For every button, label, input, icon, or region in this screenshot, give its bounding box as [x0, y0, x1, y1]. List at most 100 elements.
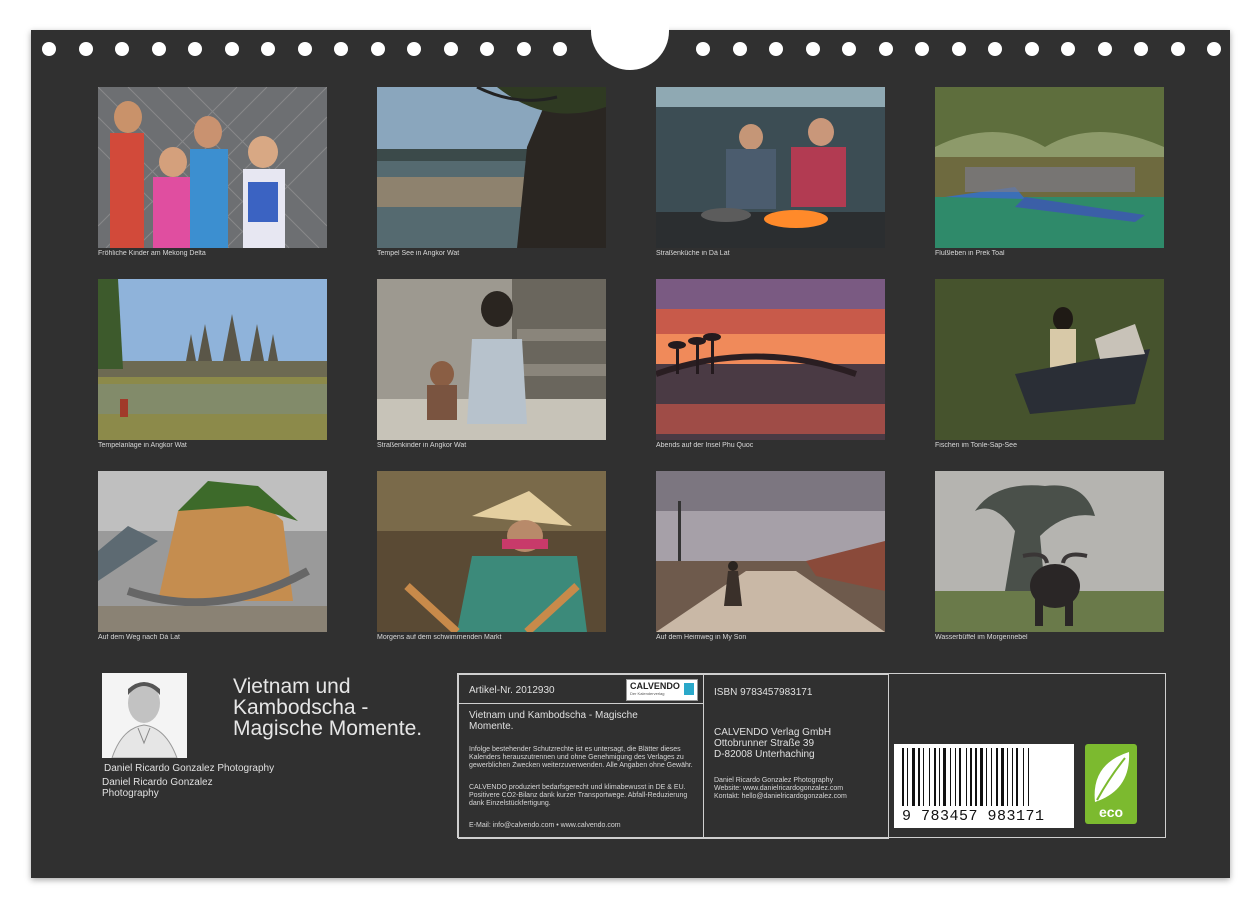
- photo-caption: Fröhliche Kinder am Mekong Delta: [98, 250, 206, 257]
- photo-thumbnail: [98, 87, 327, 248]
- binding-hole: [915, 42, 929, 56]
- barcode-bar: [939, 748, 940, 806]
- barcode-bar: [907, 748, 908, 806]
- barcode-bar: [966, 748, 967, 806]
- portrait-photo-icon: [102, 673, 187, 758]
- binding-hole: [696, 42, 710, 56]
- barcode-bar: [950, 748, 951, 806]
- river-life-photo-icon: [935, 87, 1164, 248]
- barcode-bar: [929, 748, 930, 806]
- fishing-boat-photo-icon: [935, 279, 1164, 440]
- temple-lake-photo-icon: [377, 87, 606, 248]
- rights-notice: Infolge bestehender Schutzrechte ist es …: [469, 746, 693, 769]
- barcode-bar: [934, 748, 936, 806]
- photo-thumbnail: [656, 471, 885, 632]
- photo-thumbnail: [935, 87, 1164, 248]
- floating-market-photo-icon: [377, 471, 606, 632]
- binding-hole: [115, 42, 129, 56]
- binding-hole: [878, 42, 893, 56]
- calendar-title: Vietnam und Kambodscha - Magische Moment…: [233, 675, 423, 740]
- binding-hole: [188, 42, 202, 56]
- street-children-photo-icon: [377, 279, 606, 440]
- photo-caption: Straßenkinder in Angkor Wat: [377, 442, 467, 449]
- binding-hole: [732, 42, 747, 56]
- publisher-city: D-82008 Unterhaching: [714, 749, 815, 760]
- isbn-barcode: 9 783457 983171: [894, 744, 1074, 828]
- photo-thumbnail: [98, 279, 327, 440]
- isbn-number: ISBN 9783457983171: [714, 687, 813, 698]
- binding-hole: [370, 42, 385, 56]
- photo-thumbnail: [377, 87, 606, 248]
- calvendo-logo-text: CALVENDO: [630, 681, 680, 691]
- article-number: Artikel-Nr. 2012930: [469, 685, 555, 696]
- publisher-name: CALVENDO Verlag GmbH: [714, 727, 832, 738]
- children-photo-icon: [98, 87, 327, 248]
- barcode-bar: [959, 748, 961, 806]
- barcode-bar: [1007, 748, 1008, 806]
- barcode-bar: [1028, 748, 1029, 806]
- product-cell: Vietnam und Kambodscha - Magische Moment…: [458, 703, 704, 839]
- photo-thumbnail: [98, 471, 327, 632]
- street-kitchen-photo-icon: [656, 87, 885, 248]
- photo-thumbnail: [935, 279, 1164, 440]
- binding-hole: [1061, 42, 1075, 56]
- barcode-bar: [902, 748, 904, 806]
- binding-hole: [224, 42, 239, 56]
- photo-thumbnail: [656, 87, 885, 248]
- calvendo-logo: CALVENDO Der Kalenderverlag: [626, 679, 698, 701]
- barcode-bar: [918, 748, 920, 806]
- photographer-name-secondary: Daniel Ricardo Gonzalez Photography: [102, 777, 213, 799]
- photo-caption: Auf dem Heimweg in My Son: [656, 634, 747, 641]
- binding-hole: [334, 42, 348, 56]
- homeward-road-photo-icon: [656, 471, 885, 632]
- calendar-back-page: Fröhliche Kinder am Mekong Delta Tempel …: [31, 8, 1230, 878]
- barcode-bar: [923, 748, 924, 806]
- barcode-bar: [986, 748, 987, 806]
- barcode-bar: [991, 748, 992, 806]
- publisher-street: Ottobrunner Straße 39: [714, 738, 815, 749]
- eco-notice: CALVENDO produziert bedarfsgerecht und k…: [469, 784, 688, 807]
- calvendo-mark-icon: [684, 683, 694, 695]
- binding-hole: [553, 42, 567, 56]
- photo-caption: Flußleben in Prek Toal: [935, 250, 1005, 257]
- photographer-name: Daniel Ricardo Gonzalez Photography: [104, 763, 275, 774]
- photo-thumbnail: [377, 279, 606, 440]
- binding-hole: [1134, 42, 1148, 56]
- contact-mail: Kontakt: hello@danielricardogonzalez.com: [714, 793, 847, 800]
- isbn-cell: ISBN 9783457983171 CALVENDO Verlag GmbH …: [703, 674, 889, 839]
- binding-hole: [842, 42, 856, 56]
- barcode-bar: [1012, 748, 1013, 806]
- photo-caption: Straßenküche in Dà Lat: [656, 250, 730, 257]
- photo-caption: Abends auf der Insel Phu Quoc: [656, 442, 754, 449]
- binding-hole: [1170, 42, 1185, 56]
- barcode-bar: [980, 748, 983, 806]
- binding-hole: [261, 42, 275, 56]
- binding-hole: [769, 42, 783, 56]
- photo-caption: Fischen im Tonle-Sap-See: [935, 442, 1017, 449]
- barcode-bar: [1016, 748, 1018, 806]
- barcode-bar: [1023, 748, 1024, 806]
- binding-hole: [42, 42, 56, 56]
- article-cell: Artikel-Nr. 2012930 CALVENDO Der Kalende…: [458, 674, 704, 704]
- barcode-bar: [996, 748, 998, 806]
- binding-hole: [151, 42, 166, 56]
- photo-caption: Wasserbüffel im Morgennebel: [935, 634, 1028, 641]
- binding-hole: [443, 42, 458, 56]
- binding-hole: [951, 42, 966, 56]
- sunset-pier-photo-icon: [656, 279, 885, 440]
- barcode-bar: [955, 748, 956, 806]
- binding-hole: [1207, 42, 1221, 56]
- photo-thumbnail: [935, 471, 1164, 632]
- contact-website: Website: www.danielricardogonzalez.com: [714, 785, 844, 792]
- binding-hole: [480, 42, 494, 56]
- photo-thumbnail: [656, 279, 885, 440]
- calvendo-logo-sub: Der Kalenderverlag: [630, 691, 665, 696]
- photo-caption: Auf dem Weg nach Dà Lat: [98, 634, 180, 641]
- water-buffalo-photo-icon: [935, 471, 1164, 632]
- barcode-number: 9 783457 983171: [902, 808, 1045, 825]
- photo-caption: Tempel See in Angkor Wat: [377, 250, 460, 257]
- photographer-portrait: [102, 673, 187, 758]
- binding-hole: [1024, 42, 1039, 56]
- barcode-bar: [970, 748, 972, 806]
- photo-caption: Tempelanlage in Angkor Wat: [98, 442, 187, 449]
